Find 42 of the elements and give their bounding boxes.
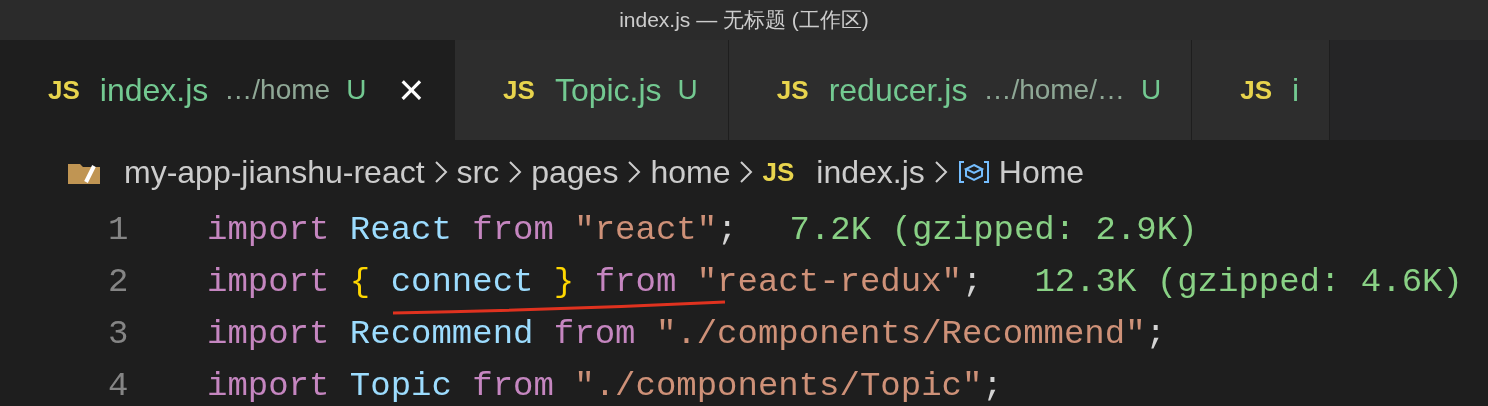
breadcrumb-item[interactable]: Home bbox=[998, 148, 1085, 196]
editor-tab[interactable]: JS Topic.js U bbox=[455, 40, 729, 140]
tab-label: i bbox=[1292, 71, 1300, 110]
tab-description: …/home bbox=[224, 73, 331, 107]
tab-label: Topic.js bbox=[554, 71, 662, 110]
symbol-icon bbox=[956, 159, 991, 185]
editor-tab[interactable]: JS index.js …/home U × bbox=[0, 40, 456, 140]
code-line: import Recommend from "./components/Recommend"; bbox=[207, 317, 1166, 351]
chevron-icon bbox=[507, 159, 524, 185]
breadcrumb-item[interactable]: src bbox=[456, 148, 500, 196]
breadcrumb-item[interactable]: index.js bbox=[816, 148, 925, 196]
code-line: import React from "react"; bbox=[207, 213, 738, 247]
js-file-icon: JS bbox=[776, 70, 809, 110]
line-number: 2 bbox=[107, 261, 130, 303]
js-file-icon: JS bbox=[503, 70, 535, 110]
js-file-icon: JS bbox=[1240, 70, 1273, 110]
chevron-icon bbox=[626, 159, 643, 185]
tab-label: reducer.js bbox=[828, 71, 968, 110]
breadcrumb-item[interactable]: home bbox=[650, 148, 731, 196]
breadcrumb-item[interactable]: pages bbox=[531, 148, 619, 196]
editor-tab[interactable]: JS i bbox=[1192, 40, 1331, 140]
code-line: import Topic from "./components/Topic"; bbox=[207, 369, 1003, 403]
breadcrumb-item[interactable]: my-app-jianshu-react bbox=[124, 148, 425, 196]
js-file-icon: JS bbox=[762, 152, 795, 192]
js-file-icon: JS bbox=[48, 70, 80, 110]
tab-description: …/home/… bbox=[983, 73, 1125, 107]
git-status: U bbox=[346, 73, 367, 107]
editor-tab[interactable]: JS reducer.js …/home/… U bbox=[728, 40, 1193, 140]
chevron-icon bbox=[932, 159, 949, 185]
import-cost: 7.2K (gzipped: 2.9K) bbox=[789, 209, 1198, 251]
import-cost: 12.3K (gzipped: 4.6K) bbox=[1034, 261, 1463, 303]
code-line: import { connect } from "react-redux"; bbox=[207, 265, 983, 299]
chevron-icon bbox=[738, 159, 755, 185]
line-number: 1 bbox=[107, 209, 130, 251]
git-status: U bbox=[677, 73, 698, 107]
tab-label: index.js bbox=[99, 71, 209, 110]
close-icon[interactable]: × bbox=[398, 68, 425, 112]
window-title: index.js — 无标题 (工作区) bbox=[619, 7, 869, 34]
git-status: U bbox=[1141, 73, 1162, 107]
chevron-icon bbox=[432, 159, 449, 185]
line-number: 4 bbox=[107, 365, 130, 406]
line-number: 3 bbox=[107, 313, 130, 355]
